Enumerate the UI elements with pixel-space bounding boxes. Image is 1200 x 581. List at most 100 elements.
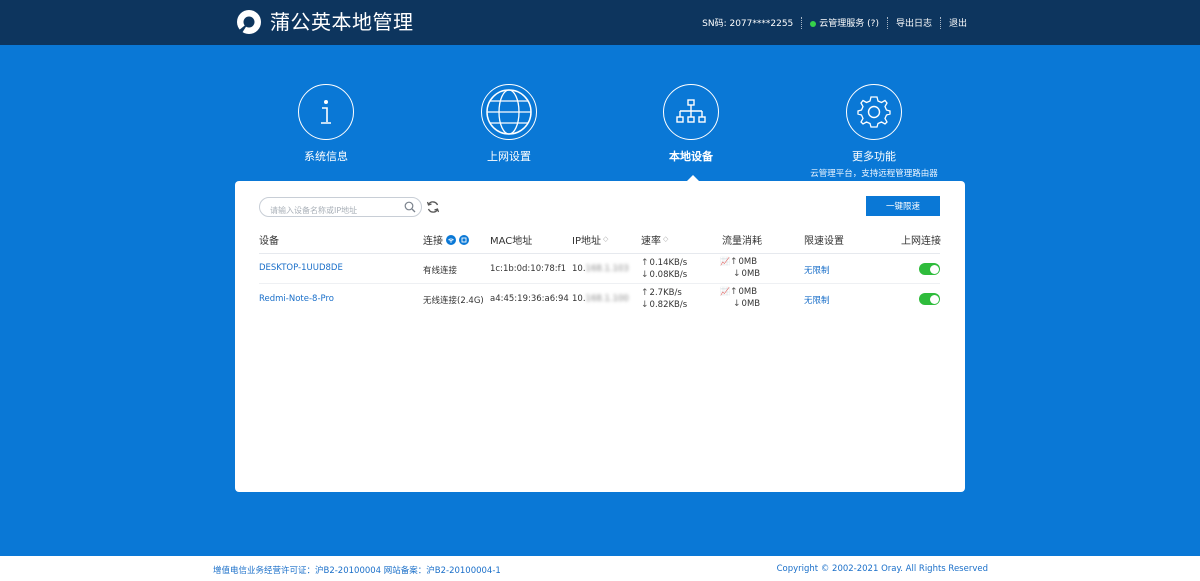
column-header-speed[interactable]: 速率 ◇: [641, 232, 669, 248]
gear-icon: [857, 96, 891, 128]
mac-address: 1c:1b:0d:10:78:f1: [490, 264, 567, 274]
header-label: 速率: [641, 236, 661, 247]
ip-hidden: 168.1.103: [585, 264, 629, 274]
nav-circle: [481, 84, 537, 140]
internet-toggle[interactable]: [919, 263, 940, 275]
nav-system-info[interactable]: 系统信息: [256, 84, 396, 164]
upload-speed: 2.7KB/s: [649, 288, 682, 298]
search-icon[interactable]: [404, 201, 416, 213]
nav-label: 上网设置: [487, 150, 531, 163]
table-row: Redmi-Note-8-Pro 无线连接(2.4G) a4:45:19:36:…: [235, 284, 965, 314]
traffic-up: 0MB: [738, 287, 758, 297]
traffic-up: 0MB: [738, 257, 758, 267]
top-header: 蒲公英本地管理 SN码: 2077****2255 云管理服务 (?) 导出日志…: [0, 0, 1200, 45]
speed-cell: ↑2.7KB/s ↓0.82KB/s: [641, 287, 687, 311]
header-label: 上网连接: [901, 236, 941, 247]
sn-code: SN码: 2077****2255: [702, 19, 794, 29]
download-arrow-icon: ↓: [641, 300, 649, 310]
online-status-dot-icon: [810, 20, 817, 27]
one-click-limit-button[interactable]: 一键限速: [866, 196, 940, 216]
header-label: 流量消耗: [722, 236, 762, 247]
internet-toggle[interactable]: [919, 293, 940, 305]
connection-type: 有线连接: [423, 266, 458, 276]
traffic-cell: 📈↑0MB ↓0MB: [720, 286, 760, 310]
download-arrow-icon: ↓: [733, 299, 741, 309]
nav-sublabel: 云管理平台，支持远程管理路由器: [810, 169, 938, 179]
wired-filter-icon[interactable]: [459, 234, 469, 245]
header-label: 连接: [423, 236, 443, 247]
nav-local-devices[interactable]: 本地设备: [621, 84, 761, 164]
divider: [886, 16, 888, 29]
device-name-link[interactable]: DESKTOP-1UUD8DE: [259, 263, 343, 273]
column-header-traffic: 流量消耗: [722, 232, 762, 247]
column-header-limit: 限速设置: [804, 232, 844, 247]
column-header-ip[interactable]: IP地址 ◇: [572, 232, 609, 248]
nav-internet-settings[interactable]: 上网设置: [439, 84, 579, 164]
nav-more-features[interactable]: 更多功能 云管理平台，支持远程管理路由器: [804, 84, 944, 179]
sort-icon: ◇: [602, 235, 609, 243]
upload-arrow-icon: ↑: [729, 287, 738, 297]
nav-circle: [846, 84, 902, 140]
upload-arrow-icon: ↑: [641, 288, 649, 298]
mac-address: a4:45:19:36:a6:94: [490, 294, 569, 304]
app-title: 蒲公英本地管理: [270, 10, 414, 34]
download-speed: 0.08KB/s: [649, 270, 688, 280]
upload-speed: 0.14KB/s: [649, 258, 688, 268]
chart-icon[interactable]: 📈: [720, 287, 730, 296]
header-label: 限速设置: [804, 236, 844, 247]
nav-circle: [298, 84, 354, 140]
column-header-connection: 连接: [423, 232, 469, 247]
header-label: IP地址: [572, 236, 601, 247]
cloud-status[interactable]: 云管理服务 (?): [810, 16, 879, 29]
divider: [939, 16, 941, 29]
column-header-mac: MAC地址: [490, 232, 532, 247]
header-label: 设备: [259, 236, 279, 247]
ip-prefix: 10.: [572, 294, 586, 304]
copyright-text: Copyright © 2002-2021 Oray. All Rights R…: [776, 564, 988, 574]
download-arrow-icon: ↓: [641, 270, 649, 280]
header-actions: SN码: 2077****2255 云管理服务 (?) 导出日志 退出: [702, 0, 967, 45]
logo: 蒲公英本地管理: [236, 9, 414, 35]
column-header-internet: 上网连接: [901, 232, 941, 247]
ip-hidden: 168.1.100: [585, 294, 629, 304]
logout-link[interactable]: 退出: [949, 16, 967, 29]
cloud-service-label: 云管理服务 (?): [819, 19, 879, 29]
info-icon: [321, 100, 331, 124]
nav-label: 更多功能: [852, 150, 896, 163]
speed-cell: ↑0.14KB/s ↓0.08KB/s: [641, 257, 687, 281]
speed-limit-link[interactable]: 无限制: [804, 264, 830, 276]
refresh-icon[interactable]: [426, 200, 440, 214]
download-speed: 0.82KB/s: [649, 300, 688, 310]
nav-label: 系统信息: [304, 150, 348, 163]
device-name-link[interactable]: Redmi-Note-8-Pro: [259, 294, 334, 304]
traffic-cell: 📈↑0MB ↓0MB: [720, 256, 760, 280]
header-label: MAC地址: [490, 236, 533, 247]
network-icon: [676, 99, 706, 123]
traffic-down: 0MB: [741, 269, 761, 279]
ip-prefix: 10.: [572, 264, 586, 274]
ip-address: 10.168.1.103: [572, 264, 629, 274]
divider: [801, 16, 803, 29]
upload-arrow-icon: ↑: [641, 258, 649, 268]
chart-icon[interactable]: 📈: [720, 257, 730, 266]
search-box: [259, 197, 422, 220]
sort-icon: ◇: [663, 235, 669, 243]
wifi-filter-icon[interactable]: [446, 234, 456, 245]
nav-circle: [663, 84, 719, 140]
ip-address: 10.168.1.100: [572, 294, 629, 304]
connection-type: 无线连接(2.4G): [423, 296, 484, 306]
globe-icon: [486, 89, 532, 135]
export-log-link[interactable]: 导出日志: [896, 16, 932, 29]
device-panel: 一键限速 设备 连接 MAC地址 IP地址◇ 速率◇ 流量消耗 限速设置 上网连…: [235, 181, 965, 492]
device-search-input[interactable]: [260, 201, 421, 220]
footer: 增值电信业务经营许可证：沪B2-20100004 网站备案：沪B2-201000…: [0, 556, 1200, 581]
speed-limit-link[interactable]: 无限制: [804, 294, 830, 306]
traffic-down: 0MB: [741, 299, 761, 309]
nav-label: 本地设备: [669, 150, 713, 163]
license-text: 增值电信业务经营许可证：沪B2-20100004 网站备案：沪B2-201000…: [213, 566, 501, 576]
upload-arrow-icon: ↑: [729, 257, 738, 267]
dandelion-logo-icon: [237, 10, 261, 34]
column-header-device: 设备: [259, 232, 279, 247]
download-arrow-icon: ↓: [733, 269, 741, 279]
table-row: DESKTOP-1UUD8DE 有线连接 1c:1b:0d:10:78:f1 1…: [235, 254, 965, 284]
